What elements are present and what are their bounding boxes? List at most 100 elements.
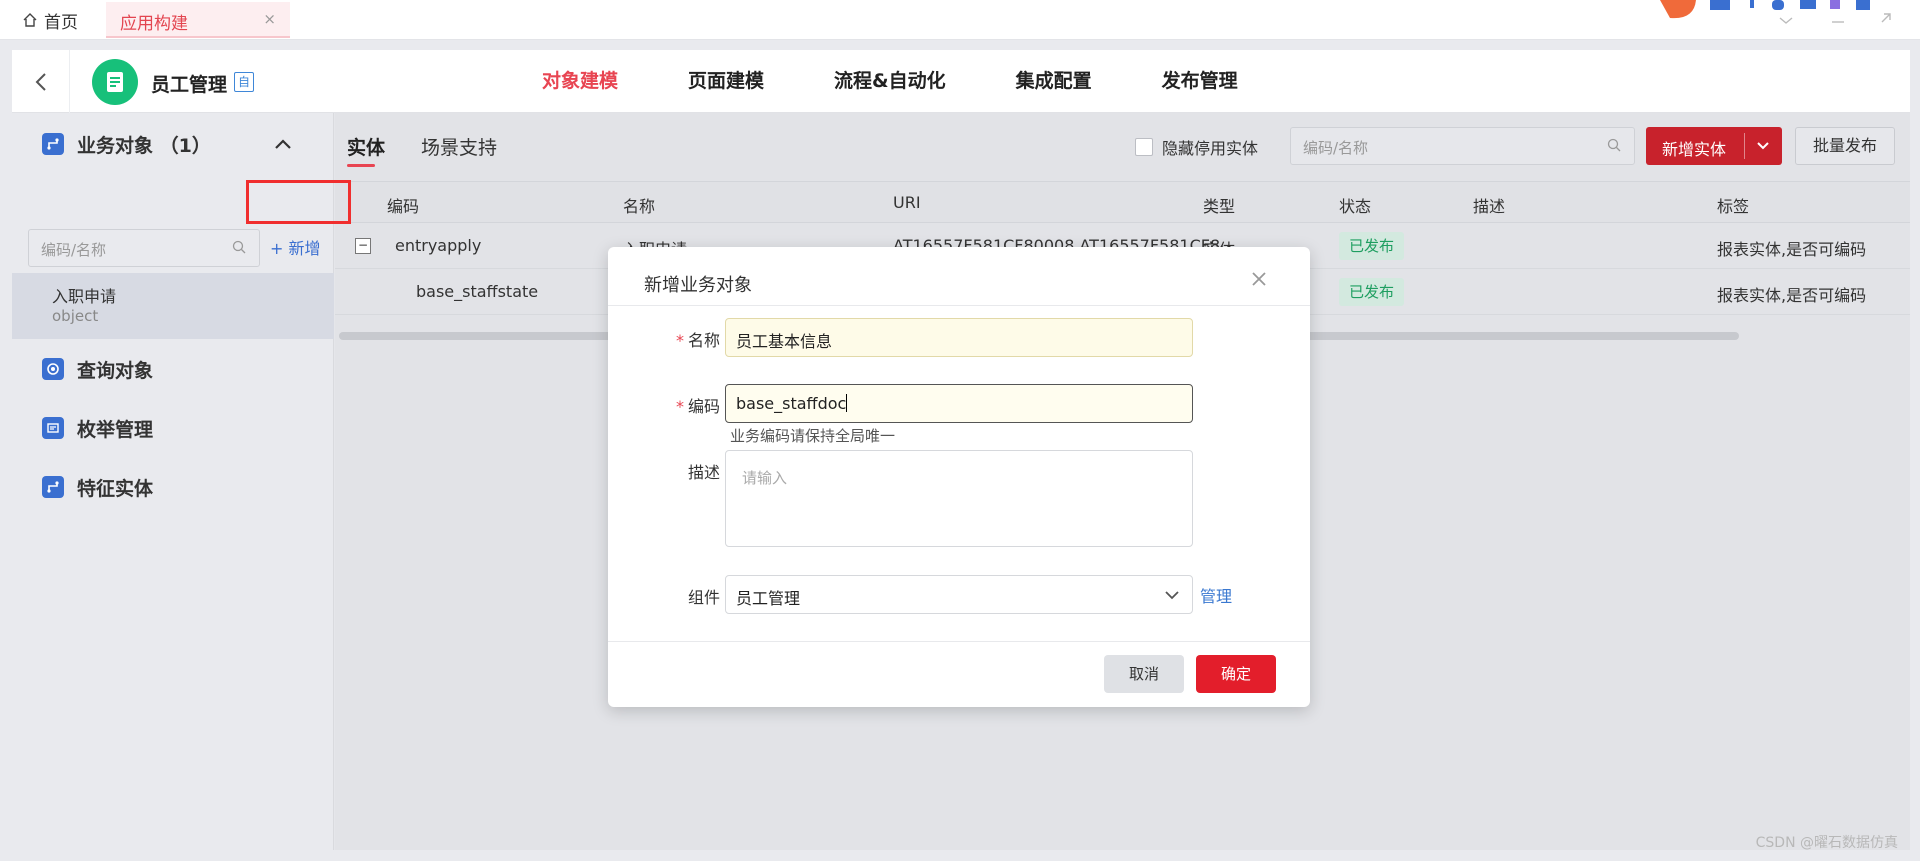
add-entity-label: 新增实体 (1662, 140, 1727, 159)
column-header-tags[interactable]: 标签 (1717, 193, 1749, 217)
sidebar-item-entry-apply[interactable]: 入职申请 object (12, 273, 334, 339)
status-badge: 已发布 (1339, 278, 1405, 306)
nav-tab-process-automation[interactable]: 流程&自动化 (834, 50, 946, 113)
dialog-divider (608, 305, 1310, 306)
nav-tab-integration[interactable]: 集成配置 (1016, 50, 1092, 113)
input-method-logo-icon (1660, 0, 1696, 19)
sidebar-group-query-objects[interactable]: 查询对象 (12, 344, 334, 394)
tab-app-build[interactable]: 应用构建 × (106, 2, 290, 38)
chevron-down-icon (1165, 591, 1179, 600)
app-logo (92, 59, 138, 105)
app-type-badge: 自 (234, 72, 254, 92)
batch-publish-button[interactable]: 批量发布 (1795, 127, 1895, 165)
status-badge: 已发布 (1339, 232, 1405, 260)
annotation-highlight-box (246, 180, 351, 224)
sidebar-item-code: object (52, 307, 99, 325)
cell-tags: 报表实体,是否可编码 (1717, 286, 1867, 305)
chevron-icon (1779, 17, 1793, 24)
cancel-button[interactable]: 取消 (1104, 655, 1184, 693)
tab-scenario-support[interactable]: 场景支持 (421, 133, 497, 160)
sidebar-group-business-label: 业务对象 （1） (77, 134, 211, 157)
chevron-up-icon[interactable] (274, 134, 292, 155)
code-field-label: * 编码 (640, 393, 720, 417)
column-header-name[interactable]: 名称 (623, 193, 655, 217)
required-mark: * (675, 331, 684, 350)
tab-app-build-label: 应用构建 (120, 14, 188, 34)
browser-tabstrip: 首页 应用构建 × (0, 0, 1920, 40)
required-mark: * (675, 397, 684, 416)
tray-icon-3 (1800, 0, 1816, 9)
close-icon[interactable] (1250, 269, 1268, 294)
split-divider (1744, 133, 1745, 159)
column-header-status[interactable]: 状态 (1339, 193, 1371, 217)
system-tray (1660, 0, 1920, 38)
component-select-value: 员工管理 (736, 589, 801, 608)
sidebar-group-query-label: 查询对象 (77, 359, 154, 382)
cell-code: base_staffstate (416, 282, 539, 301)
enum-icon (42, 417, 64, 439)
nav-tab-object-modeling[interactable]: 对象建模 (542, 50, 618, 113)
top-nav: 对象建模 页面建模 流程&自动化 集成配置 发布管理 (542, 50, 1308, 113)
plus-icon: + (270, 239, 289, 258)
sidebar-add-button[interactable]: + 新增 (270, 235, 321, 259)
chevron-down-icon[interactable] (1754, 137, 1772, 155)
tray-icon-1 (1710, 0, 1730, 10)
component-field-label: 组件 (687, 588, 720, 607)
cell-tags: 报表实体,是否可编码 (1717, 240, 1867, 259)
desc-field-label: 描述 (687, 463, 720, 482)
sidebar-group-enum-label: 枚举管理 (77, 418, 154, 441)
sidebar-group-business-objects[interactable]: 业务对象 （1） (12, 119, 334, 169)
nav-tab-publish[interactable]: 发布管理 (1162, 50, 1238, 113)
component-select[interactable]: 员工管理 (725, 575, 1193, 614)
sidebar-group-feature-entities[interactable]: 特征实体 (12, 462, 334, 512)
name-label-text: 名称 (687, 331, 720, 350)
checkbox-box[interactable] (1135, 138, 1153, 156)
column-header-type[interactable]: 类型 (1203, 193, 1235, 217)
code-field[interactable]: base_staffdoc (725, 384, 1193, 423)
sidebar-item-name: 入职申请 (52, 287, 117, 306)
tray-icon-4 (1830, 0, 1840, 9)
code-label-text: 编码 (687, 397, 720, 416)
sidebar-search-input[interactable]: 编码/名称 (28, 229, 260, 267)
name-field[interactable]: 员工基本信息 (725, 318, 1193, 357)
manage-link[interactable]: 管理 (1200, 583, 1232, 607)
cell-code: entryapply (395, 236, 482, 255)
tab-entity[interactable]: 实体 (347, 133, 385, 160)
tab-entity-underline (347, 164, 375, 167)
tab-close-icon[interactable]: × (263, 10, 276, 28)
nav-tab-page-modeling[interactable]: 页面建模 (688, 50, 764, 113)
dialog-title: 新增业务对象 (644, 275, 752, 296)
text-caret (846, 394, 848, 412)
name-field-label: * 名称 (640, 327, 720, 351)
sidebar-group-feature-label: 特征实体 (77, 477, 154, 500)
query-object-icon (42, 358, 64, 380)
business-object-icon (42, 133, 64, 155)
code-field-value: base_staffdoc (736, 394, 847, 413)
expand-icon (1881, 13, 1891, 23)
column-header-desc[interactable]: 描述 (1473, 193, 1505, 217)
watermark: CSDN @曜石数据仿真 (1755, 835, 1898, 851)
sidebar-group-enum-management[interactable]: 枚举管理 (12, 403, 334, 453)
column-header-uri[interactable]: URI (893, 193, 921, 212)
entity-search-input[interactable]: 编码/名称 (1290, 127, 1635, 165)
back-button[interactable] (12, 50, 70, 113)
dialog-footer-divider (608, 641, 1310, 642)
document-icon (107, 72, 123, 92)
feature-entity-icon (42, 476, 64, 498)
hide-disabled-checkbox[interactable]: 隐藏停用实体 (1135, 135, 1258, 159)
desc-placeholder: 请输入 (742, 469, 788, 487)
new-business-object-dialog: 新增业务对象 * 名称 员工基本信息 * 编码 base_staffdoc 业务编码… (608, 247, 1310, 707)
sidebar-search-placeholder: 编码/名称 (41, 241, 107, 259)
tab-home[interactable]: 首页 (22, 8, 78, 33)
search-icon (232, 240, 246, 254)
entity-search-placeholder: 编码/名称 (1303, 139, 1369, 157)
tray-icon-5 (1856, 0, 1870, 10)
sidebar-add-label: 新增 (288, 239, 321, 258)
column-header-code[interactable]: 编码 (387, 193, 419, 217)
desc-textarea[interactable]: 请输入 (725, 450, 1193, 547)
tab-home-label: 首页 (44, 12, 78, 33)
confirm-button[interactable]: 确定 (1196, 655, 1276, 693)
collapse-toggle-icon[interactable]: − (355, 238, 371, 254)
chevron-left-icon (35, 72, 46, 91)
add-entity-button[interactable]: 新增实体 (1646, 127, 1782, 165)
